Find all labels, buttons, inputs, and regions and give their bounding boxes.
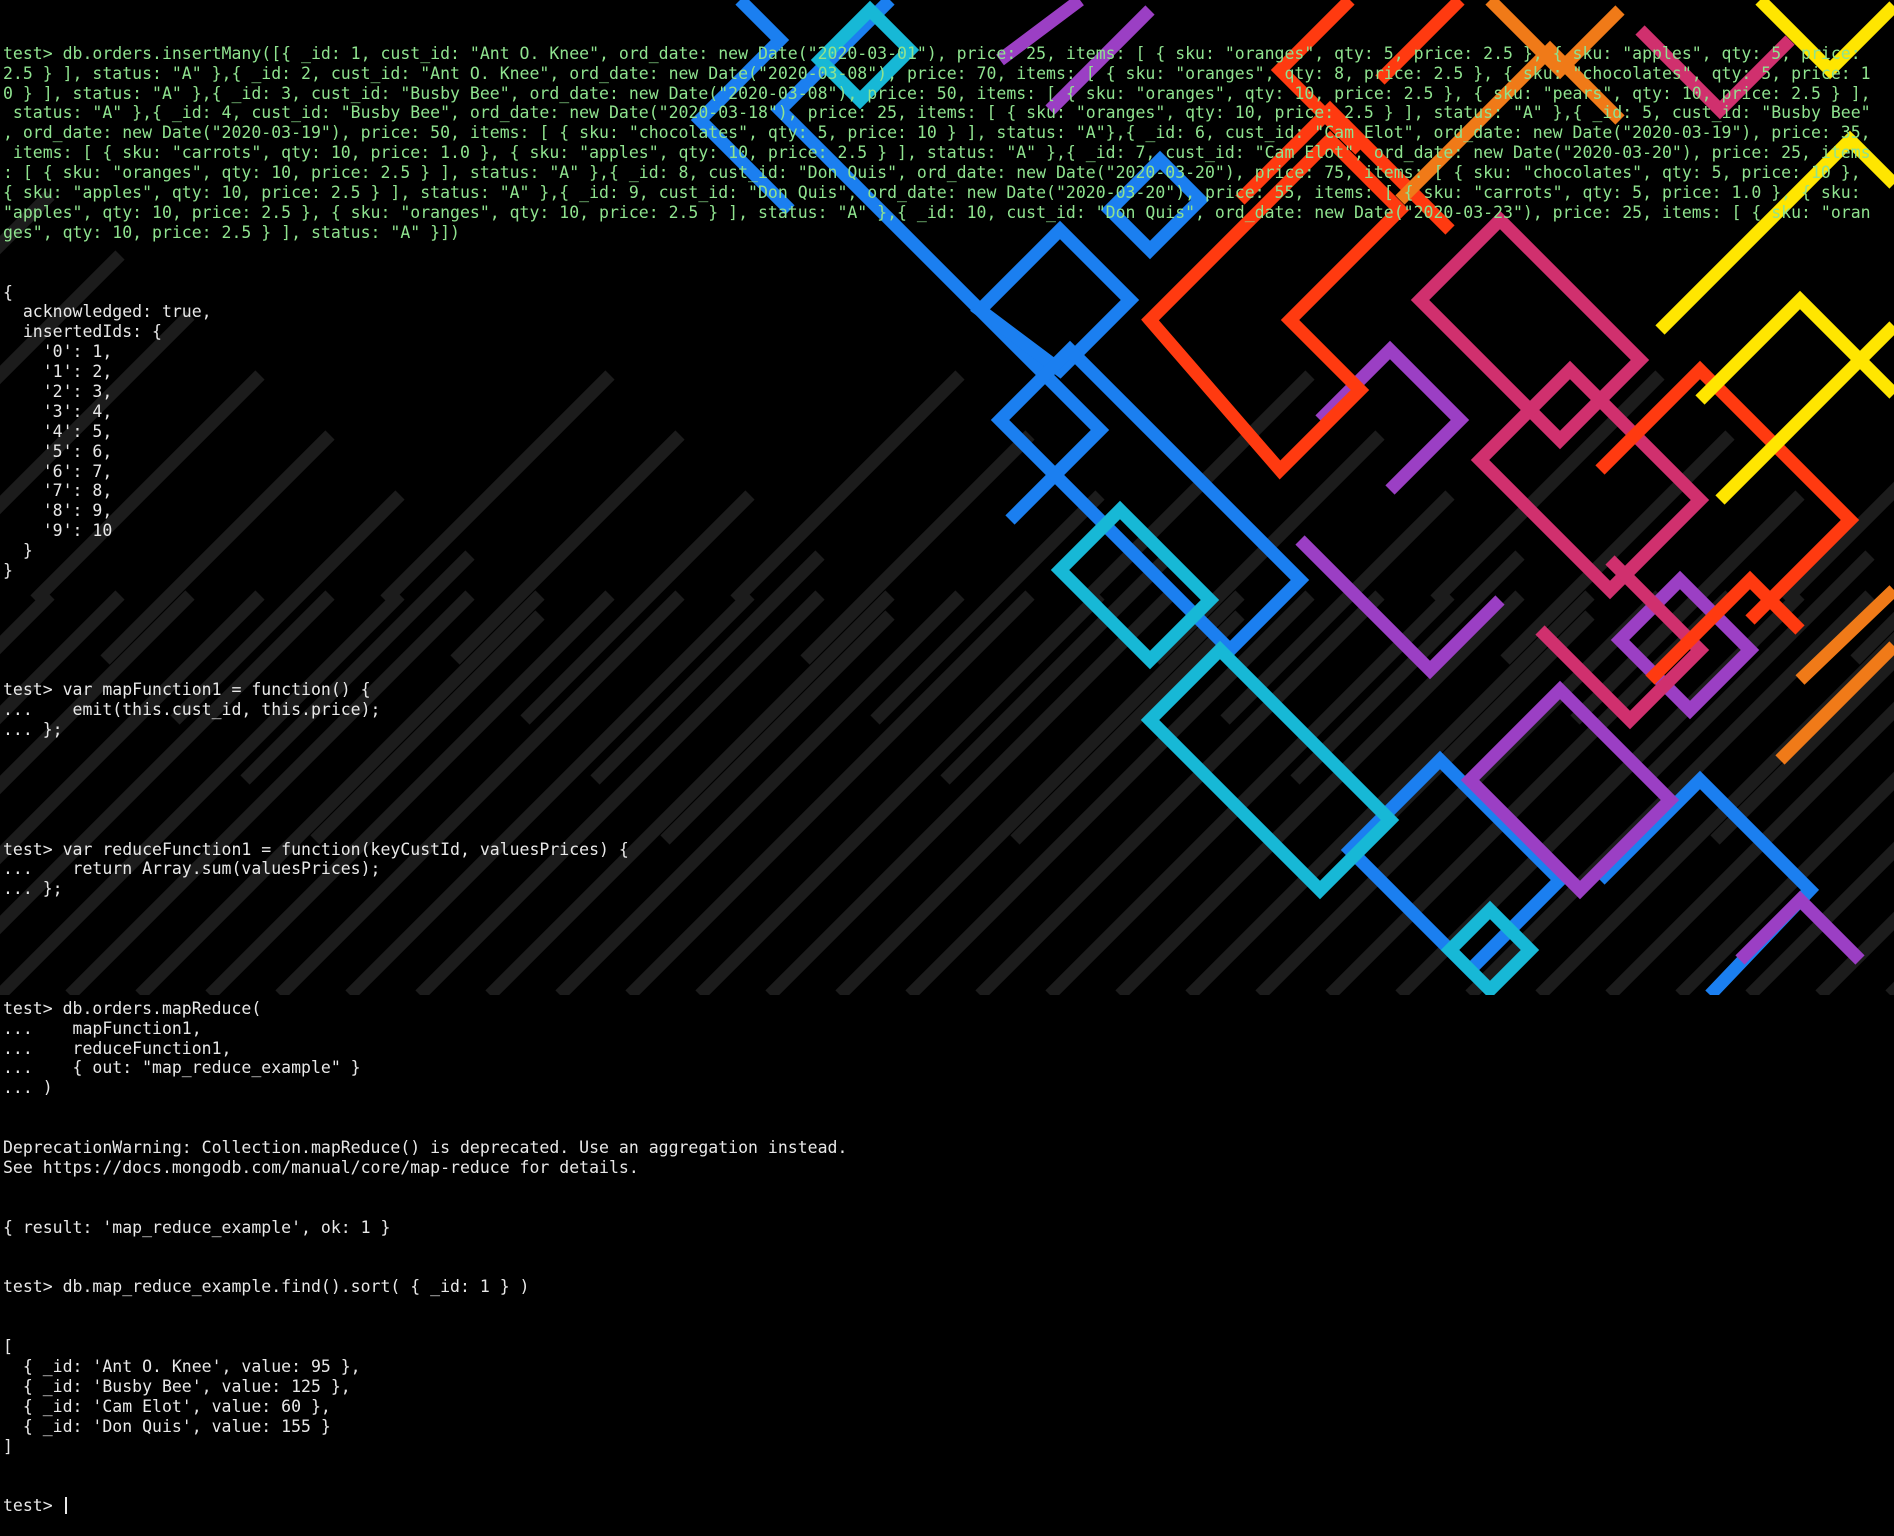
code-line: ... reduceFunction1, xyxy=(3,1038,232,1058)
command-line: 2.5 } ], status: "A" },{ _id: 2, cust_id… xyxy=(3,63,1871,83)
command-line: ges", qty: 10, price: 2.5 } ], status: "… xyxy=(3,222,460,242)
command-line: status: "A" },{ _id: 4, cust_id: "Busby … xyxy=(3,103,1871,123)
output-line: acknowledged: true, xyxy=(3,302,212,322)
output-line: { xyxy=(3,282,13,302)
code-line: ... ) xyxy=(3,1078,53,1098)
insert-many-command: test> db.orders.insertMany([{ _id: 1, cu… xyxy=(3,44,1893,243)
output-line: '9': 10 xyxy=(3,521,113,541)
code-line: ... }; xyxy=(3,879,63,899)
output-line: '7': 8, xyxy=(3,481,113,501)
code-line: test> db.orders.mapReduce( xyxy=(3,998,262,1018)
output-line: { _id: 'Cam Elot', value: 60 }, xyxy=(3,1396,331,1416)
code-line: ... }; xyxy=(3,720,63,740)
output-line: '2': 3, xyxy=(3,381,113,401)
output-line: '0': 1, xyxy=(3,342,113,362)
text-cursor xyxy=(64,1497,67,1515)
output-line: insertedIds: { xyxy=(3,322,162,342)
map-reduce-command: test> db.orders.mapReduce(... mapFunctio… xyxy=(3,999,1893,1098)
insert-result: { acknowledged: true, insertedIds: { '0'… xyxy=(3,283,1893,581)
deprecation-warning: DeprecationWarning: Collection.mapReduce… xyxy=(3,1138,1893,1178)
command-prompt[interactable]: test> xyxy=(3,1496,1893,1516)
code-line: ... return Array.sum(valuesPrices); xyxy=(3,859,381,879)
output-line: } xyxy=(3,541,33,561)
output-line: '4': 5, xyxy=(3,421,113,441)
code-line: test> var reduceFunction1 = function(key… xyxy=(3,839,629,859)
output-line: { _id: 'Busby Bee', value: 125 }, xyxy=(3,1376,351,1396)
code-line: ... { out: "map_reduce_example" } xyxy=(3,1058,361,1078)
code-line: test> var mapFunction1 = function() { xyxy=(3,680,371,700)
command-line: 0 } ], status: "A" },{ _id: 3, cust_id: … xyxy=(3,83,1871,103)
find-result: [ { _id: 'Ant O. Knee', value: 95 }, { _… xyxy=(3,1337,1893,1456)
find-command: test> db.map_reduce_example.find().sort(… xyxy=(3,1277,530,1297)
code-line: ... emit(this.cust_id, this.price); xyxy=(3,700,381,720)
prompt-label: test> xyxy=(3,1496,63,1516)
output-line: '3': 4, xyxy=(3,401,113,421)
command-line: items: [ { sku: "carrots", qty: 10, pric… xyxy=(3,143,1871,163)
map-function-definition: test> var mapFunction1 = function() {...… xyxy=(3,680,1893,740)
command-line: test> db.orders.insertMany([{ _id: 1, cu… xyxy=(3,43,1861,63)
output-line: '6': 7, xyxy=(3,461,113,481)
command-line: , ord_date: new Date("2020-03-19"), pric… xyxy=(3,123,1871,143)
map-reduce-result: { result: 'map_reduce_example', ok: 1 } xyxy=(3,1217,391,1237)
output-line: } xyxy=(3,561,13,580)
output-line: [ xyxy=(3,1337,13,1357)
command-line: : [ { sku: "oranges", qty: 10, price: 2.… xyxy=(3,163,1861,183)
output-line: '5': 6, xyxy=(3,441,113,461)
reduce-function-definition: test> var reduceFunction1 = function(key… xyxy=(3,840,1893,900)
output-line: '1': 2, xyxy=(3,362,113,382)
output-line: { _id: 'Don Quis', value: 155 } xyxy=(3,1416,331,1436)
output-line: { _id: 'Ant O. Knee', value: 95 }, xyxy=(3,1356,361,1376)
code-line: ... mapFunction1, xyxy=(3,1018,202,1038)
output-line: '8': 9, xyxy=(3,501,113,521)
command-line: { sku: "apples", qty: 10, price: 2.5 } ]… xyxy=(3,183,1861,203)
terminal-window[interactable]: test> db.orders.insertMany([{ _id: 1, cu… xyxy=(3,4,1893,1536)
warning-line: DeprecationWarning: Collection.mapReduce… xyxy=(3,1138,848,1158)
warning-line: See https://docs.mongodb.com/manual/core… xyxy=(3,1157,639,1177)
output-line: ] xyxy=(3,1436,13,1456)
command-line: "apples", qty: 10, price: 2.5 }, { sku: … xyxy=(3,202,1871,222)
